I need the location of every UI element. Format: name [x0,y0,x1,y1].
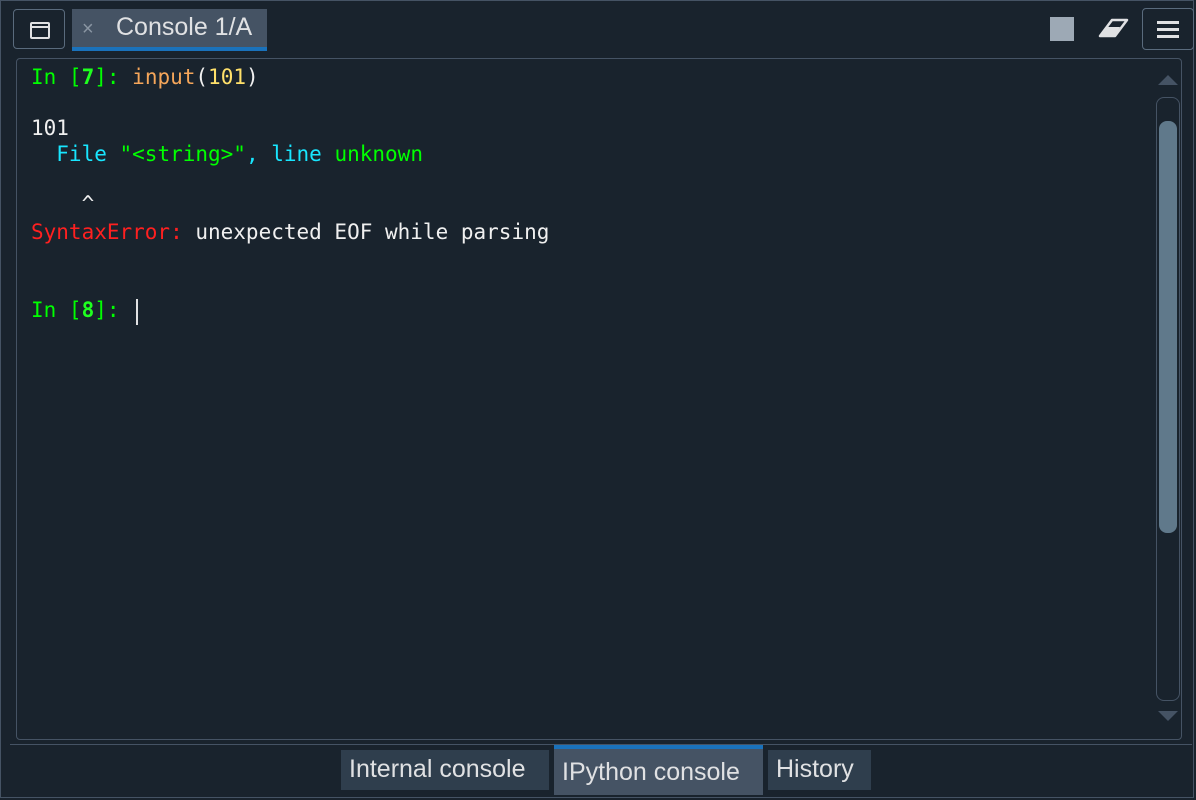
tab-label: Internal console [349,755,526,783]
tab-console-1a[interactable]: × Console 1/A [72,9,267,51]
close-icon[interactable]: × [82,18,94,41]
new-window-button[interactable] [13,9,65,49]
input-prompt-8: In [8]: [31,298,133,322]
tab-label: Console 1/A [116,13,253,41]
new-window-icon [30,22,50,39]
tab-internal-console[interactable]: Internal console [341,750,549,790]
error-caret-line: ^ [31,192,95,216]
tab-label: IPython console [562,758,740,786]
scroll-up-arrow-icon[interactable] [1158,75,1178,85]
eraser-icon[interactable] [1096,14,1130,42]
input-line-7: In [7]: input(101) [31,65,259,89]
text-cursor [136,299,138,325]
error-message-line: SyntaxError: unexpected EOF while parsin… [31,220,550,244]
options-menu-button[interactable] [1142,8,1194,50]
tab-label: History [776,755,854,783]
scrollbar-thumb[interactable] [1159,121,1177,533]
tab-ipython-console[interactable]: IPython console [554,745,763,795]
scroll-down-arrow-icon[interactable] [1158,711,1178,721]
traceback-file-line: File "<string>", line unknown [31,142,423,166]
output-line: 101 [31,116,69,140]
stop-icon[interactable] [1050,17,1074,41]
ipython-console-output[interactable]: In [7]: input(101) 101 File "<string>", … [16,58,1182,740]
tab-history[interactable]: History [768,750,871,790]
